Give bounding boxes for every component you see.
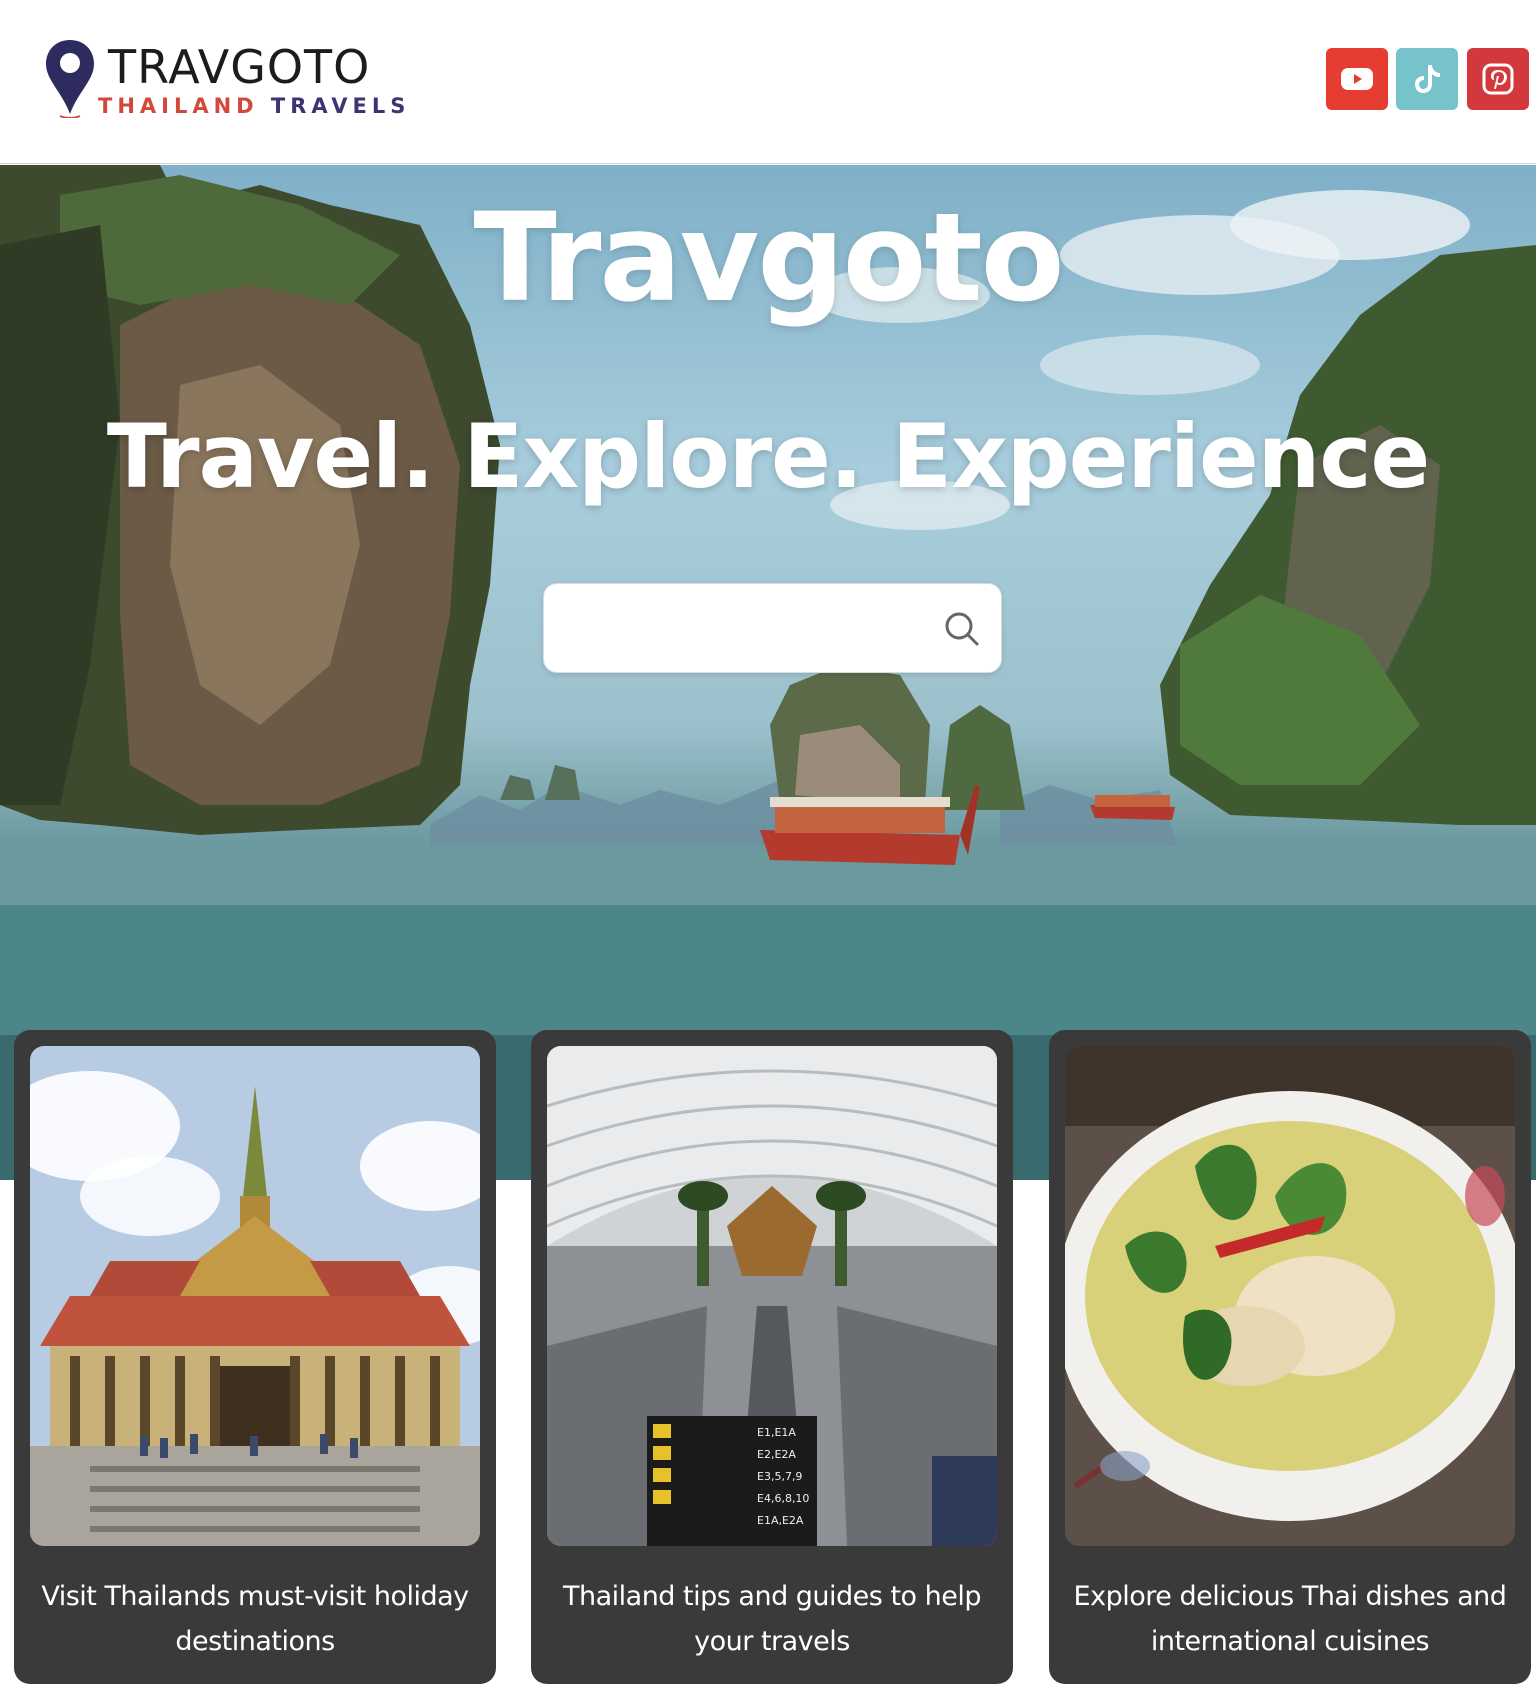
sign-gate-2: E2,E2A xyxy=(757,1448,796,1461)
logo-title: TRAVGOTO xyxy=(108,40,371,94)
tiktok-icon xyxy=(1415,65,1440,93)
tiktok-button[interactable] xyxy=(1396,48,1458,110)
card-text[interactable]: Visit Thailands must-visit holiday desti… xyxy=(24,1574,486,1664)
card-image-temple[interactable] xyxy=(30,1046,480,1546)
sign-gate-5: E1A,E2A xyxy=(757,1514,804,1527)
temple-image xyxy=(30,1046,480,1546)
card-destinations[interactable]: Visit Thailands must-visit holiday desti… xyxy=(14,1030,496,1684)
pinterest-button[interactable] xyxy=(1467,48,1529,110)
curry-image xyxy=(1065,1046,1515,1546)
logo-subtitle-country: THAILAND xyxy=(98,94,259,118)
sign-gate-1: E1,E1A xyxy=(757,1426,796,1439)
search-box xyxy=(543,583,1002,673)
map-pin-icon xyxy=(46,40,94,118)
search-icon xyxy=(945,612,979,646)
card-image-curry[interactable] xyxy=(1065,1046,1515,1546)
youtube-icon xyxy=(1341,68,1373,90)
card-tips-guides[interactable]: E1,E1A E2,E2A E3,5,7,9 E4,6,8,10 E1A,E2A… xyxy=(531,1030,1013,1684)
card-text[interactable]: Explore delicious Thai dishes and intern… xyxy=(1059,1574,1521,1664)
logo-subtitle-travels: TRAVELS xyxy=(270,94,411,118)
search-button[interactable] xyxy=(941,608,983,650)
card-food[interactable]: Explore delicious Thai dishes and intern… xyxy=(1049,1030,1531,1684)
logo-subtitle: THAILAND TRAVELS xyxy=(98,94,410,118)
card-text[interactable]: Thailand tips and guides to help your tr… xyxy=(541,1574,1003,1664)
search-input[interactable] xyxy=(562,604,922,654)
sign-gate-4: E4,6,8,10 xyxy=(757,1492,809,1505)
hero-title: Travgoto xyxy=(473,187,1064,329)
site-header: TRAVGOTO THAILAND TRAVELS xyxy=(0,0,1536,164)
card-image-airport[interactable]: E1,E1A E2,E2A E3,5,7,9 E4,6,8,10 E1A,E2A xyxy=(547,1046,997,1546)
site-logo[interactable]: TRAVGOTO THAILAND TRAVELS xyxy=(44,38,405,122)
hero-tagline: Travel. Explore. Experience xyxy=(106,405,1430,508)
airport-image: E1,E1A E2,E2A E3,5,7,9 E4,6,8,10 E1A,E2A xyxy=(547,1046,997,1546)
youtube-button[interactable] xyxy=(1326,48,1388,110)
hero-section: Travgoto Travel. Explore. Experience xyxy=(0,165,1536,1180)
pinterest-icon xyxy=(1482,63,1514,95)
sign-gate-3: E3,5,7,9 xyxy=(757,1470,802,1483)
